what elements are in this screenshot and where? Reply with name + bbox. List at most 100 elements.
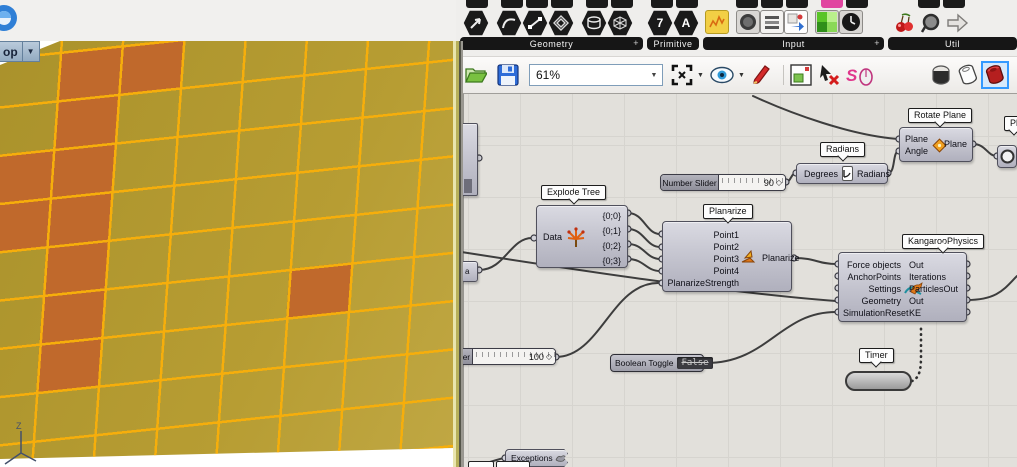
slider-track[interactable]: 100 ◇ <box>473 349 555 364</box>
component-title: Radians <box>820 142 865 157</box>
cut-icon[interactable] <box>611 0 633 8</box>
slider-track[interactable]: 90 ◇ <box>719 175 785 190</box>
brep-icon[interactable] <box>581 10 607 36</box>
output-label: Radians <box>857 169 890 179</box>
chevron-down-icon[interactable]: ▼ <box>697 72 704 79</box>
slider-title: Number Slider <box>661 175 719 190</box>
partial-component-detail <box>464 179 472 193</box>
canvas-map-button[interactable] <box>789 63 813 87</box>
group-label-input[interactable]: Input+ <box>703 37 884 50</box>
mesh-icon[interactable] <box>607 10 633 36</box>
viewport-title-tab[interactable]: op ▼ <box>0 41 40 62</box>
partial-component-right[interactable] <box>997 145 1017 168</box>
open-file-button[interactable] <box>464 63 488 87</box>
preview-off-button[interactable] <box>929 63 953 87</box>
chevron-down-icon[interactable]: ▼ <box>646 72 662 79</box>
component-title: Planarize <box>703 204 753 219</box>
zoom-level-combobox[interactable]: 61% ▼ <box>529 64 663 86</box>
number-icon[interactable]: 7 <box>647 10 673 36</box>
cut-icon[interactable] <box>761 0 783 8</box>
kangaroo-physics-component[interactable]: Force objects AnchorPoints Settings Geom… <box>838 252 967 322</box>
expand-icon[interactable]: + <box>633 38 639 48</box>
component-title: Rotate Plane <box>908 108 972 123</box>
cut-icon[interactable] <box>676 0 698 8</box>
curve-icon[interactable] <box>496 10 522 36</box>
text-icon[interactable]: A <box>673 10 699 36</box>
component-title-partial: Pl <box>1004 116 1017 131</box>
partial-param-left[interactable]: a <box>461 261 478 282</box>
line-icon[interactable] <box>522 10 548 36</box>
lasso-icon[interactable] <box>918 10 944 36</box>
explode-tree-component[interactable]: Data {0;0} {0;1} {0;2} {0;3} <box>536 205 628 268</box>
galapagos-cherry-icon[interactable] <box>892 10 918 36</box>
cut-icon[interactable] <box>466 0 488 8</box>
color-swatch-icon[interactable] <box>784 10 808 34</box>
toggle-title: Boolean Toggle <box>611 358 677 368</box>
chevron-down-icon[interactable]: ▼ <box>23 47 39 56</box>
clock-icon[interactable] <box>839 10 863 34</box>
cut-icon[interactable] <box>736 0 758 8</box>
output-label: Out <box>909 295 958 307</box>
group-label-primitive[interactable]: Primitive <box>647 37 699 50</box>
cut-icon[interactable] <box>551 0 573 8</box>
cut-icon[interactable] <box>943 0 965 8</box>
select-gesture-button[interactable]: S <box>846 63 876 87</box>
group-label-util[interactable]: Util <box>888 37 1017 50</box>
partial-component-icon <box>1000 149 1015 164</box>
boolean-toggle[interactable]: Boolean Toggle False <box>610 354 704 372</box>
value-list-icon[interactable] <box>760 10 784 34</box>
jump-arrow-icon[interactable] <box>944 10 970 36</box>
cut-icon[interactable] <box>846 0 868 8</box>
cut-icon[interactable] <box>586 0 608 8</box>
preview-shaded-button[interactable] <box>983 63 1007 87</box>
expand-icon[interactable]: + <box>874 38 880 48</box>
gradient-cut-icon[interactable] <box>821 0 843 8</box>
slider-grip-icon[interactable]: ◇ <box>776 178 782 187</box>
group-geometry: Geometry+ <box>460 0 643 51</box>
chevron-down-icon[interactable]: ▼ <box>738 72 745 79</box>
sketch-pen-button[interactable] <box>750 63 774 87</box>
cut-icon[interactable] <box>786 0 808 8</box>
planarize-component[interactable]: Point1 Point2 Point3 Point4 PlanarizeStr… <box>662 221 792 292</box>
cut-icon[interactable] <box>501 0 523 8</box>
preview-eye-button[interactable] <box>710 63 734 87</box>
group-label-geometry[interactable]: Geometry+ <box>460 37 643 50</box>
zoom-level-value: 61% <box>530 68 646 82</box>
preview-wireframe-button[interactable] <box>956 63 980 87</box>
rhino-toolbar-icon[interactable] <box>0 1 22 35</box>
svg-text:S: S <box>846 66 858 85</box>
gradient-icon[interactable] <box>815 10 839 34</box>
input-label: Angle <box>905 145 928 157</box>
screenshot-root: op ▼ Z <box>0 0 1017 467</box>
radians-component[interactable]: Degrees Radians <box>796 163 888 184</box>
rotate-plane-component[interactable]: Plane Angle Plane <box>899 127 973 162</box>
input-label: PlanarizeStrength <box>667 277 739 289</box>
surface-icon[interactable] <box>548 10 574 36</box>
input-label: Point1 <box>667 229 739 241</box>
knob-icon[interactable] <box>736 10 760 34</box>
toolbar-separator <box>783 65 784 85</box>
gh-window-border[interactable] <box>461 41 463 467</box>
graph-mapper-icon[interactable] <box>705 10 729 34</box>
partial-component-left[interactable] <box>461 123 478 196</box>
canvas-toolbar: 61% ▼ ▼ ▼ S <box>456 56 1017 94</box>
vector-icon[interactable] <box>463 10 489 36</box>
number-slider-100[interactable]: der 100 ◇ <box>455 348 556 365</box>
cut-icon[interactable] <box>918 0 940 8</box>
cut-icon[interactable] <box>651 0 673 8</box>
cancel-selection-button[interactable] <box>817 63 841 87</box>
save-file-button[interactable] <box>496 63 520 87</box>
input-label: Geometry <box>843 295 901 307</box>
output-label: {0;1} <box>602 224 621 239</box>
input-label: Force objects <box>843 259 901 271</box>
cut-icon[interactable] <box>526 0 548 8</box>
rhino-viewport[interactable]: op ▼ Z <box>0 41 453 467</box>
output-label: {0;2} <box>602 239 621 254</box>
timer-component[interactable] <box>845 371 912 391</box>
slider-grip-icon[interactable]: ◇ <box>546 352 552 361</box>
radians-icon <box>842 166 853 181</box>
zoom-extents-button[interactable] <box>670 63 694 87</box>
input-label: Degrees <box>797 169 838 179</box>
number-slider-90[interactable]: Number Slider 90 ◇ <box>660 174 786 191</box>
toggle-value[interactable]: False <box>677 357 712 369</box>
